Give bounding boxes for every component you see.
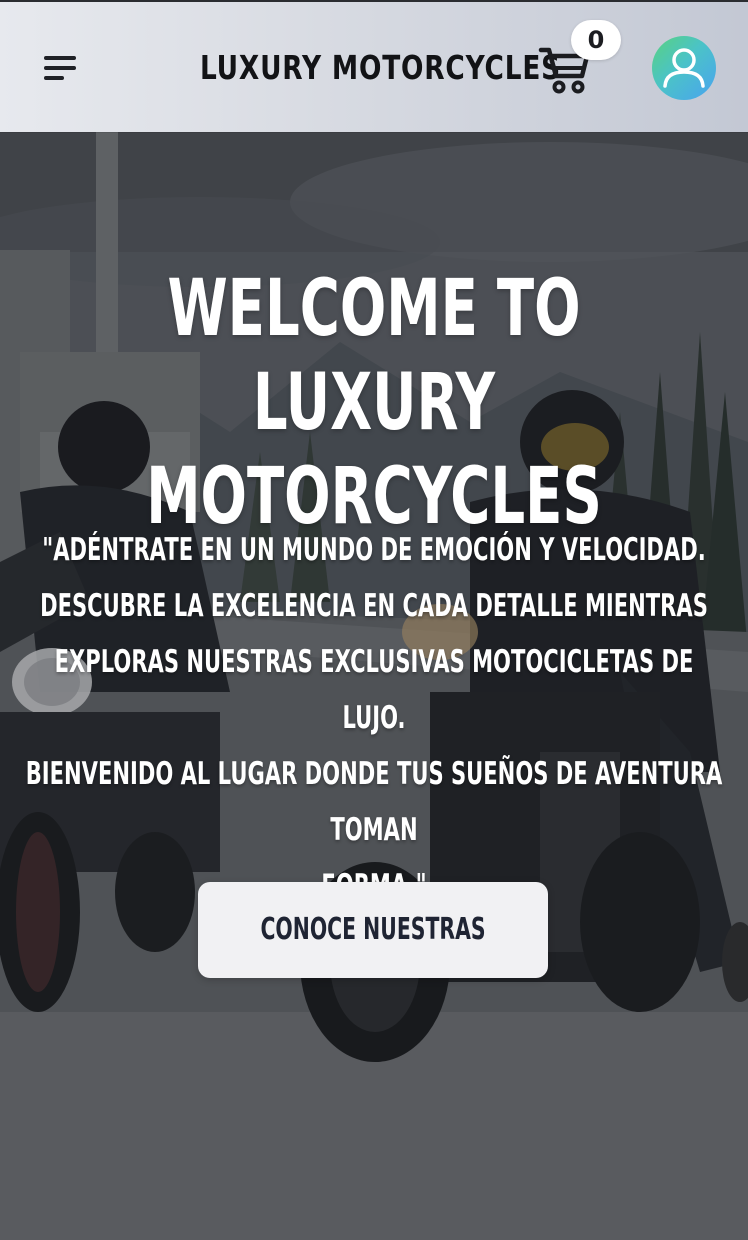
hero-text-line: BIENVENIDO AL LUGAR DONDE TUS SUEÑOS DE … <box>25 756 723 848</box>
menu-line <box>44 56 76 60</box>
menu-line <box>44 76 64 80</box>
brand-logo-text[interactable]: LUXURY MOTORCYCLES <box>200 42 560 94</box>
explore-motorcycles-button[interactable]: CONOCE NUESTRAS MOTOS <box>198 882 548 978</box>
hero-title-line: WELCOME TO LUXURY <box>167 264 581 448</box>
top-navbar: LUXURY MOTORCYCLES 0 <box>0 0 748 132</box>
hamburger-menu-icon[interactable] <box>44 52 80 84</box>
hero-section: WELCOME TO LUXURY MOTORCYCLES "ADÉNTRATE… <box>0 132 748 1240</box>
cta-label: CONOCE NUESTRAS MOTOS <box>260 912 486 947</box>
hero-description: "ADÉNTRATE EN UN MUNDO DE EMOCIÓN Y VELO… <box>0 522 748 904</box>
hero-text-line: "ADÉNTRATE EN UN MUNDO DE EMOCIÓN Y VELO… <box>42 532 706 568</box>
cart-count-badge: 0 <box>571 20 621 60</box>
menu-line <box>44 66 76 70</box>
hero-text-line: DESCUBRE LA EXCELENCIA EN CADA DETALLE M… <box>40 588 708 624</box>
hero-text-line: EXPLORAS NUESTRAS EXCLUSIVAS MOTOCICLETA… <box>54 644 694 736</box>
user-avatar-icon[interactable] <box>652 36 716 100</box>
hero-title: WELCOME TO LUXURY MOTORCYCLES <box>0 262 748 542</box>
